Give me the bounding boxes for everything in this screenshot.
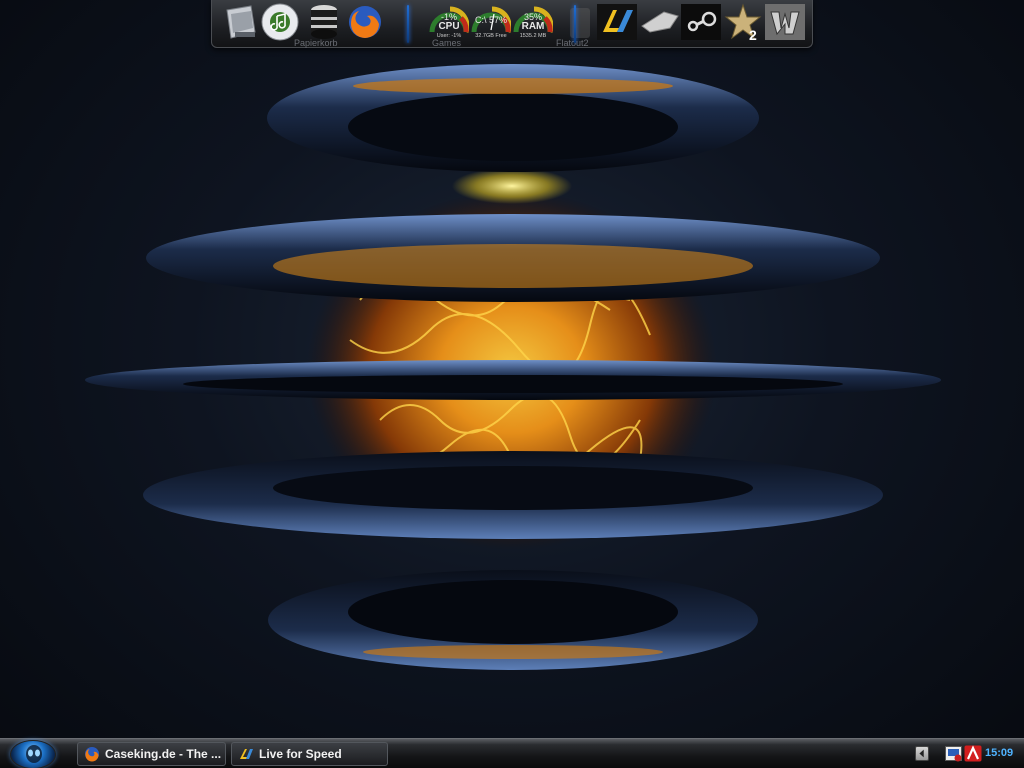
disk-percent: C:\ 57% <box>474 15 507 25</box>
start-button[interactable] <box>10 740 56 768</box>
warcraft3-icon[interactable] <box>765 2 805 42</box>
tray-expand-icon[interactable] <box>915 746 929 761</box>
firefox-icon <box>84 746 100 762</box>
system-tray: 15:09 <box>909 742 1024 766</box>
svg-text:2: 2 <box>749 27 757 42</box>
flatout2-icon[interactable] <box>560 2 600 42</box>
flatout2-caption: Flatout2 <box>556 38 589 48</box>
steam-icon[interactable] <box>681 2 721 42</box>
firefox-icon[interactable] <box>345 2 385 42</box>
cpu-gauge[interactable]: -1% CPU User: -1% <box>429 2 470 42</box>
ram-sub: 1535.2 MB <box>519 33 547 39</box>
clock[interactable]: 15:09 <box>985 747 1013 759</box>
taskbar-window-firefox[interactable]: Caseking.de - The ... <box>77 742 226 766</box>
taskbar-window-title: Live for Speed <box>259 747 342 761</box>
dock-separator <box>407 5 409 43</box>
live-for-speed-icon[interactable] <box>597 2 637 42</box>
games-caption: Games <box>432 38 462 48</box>
antivirus-icon[interactable] <box>964 745 982 762</box>
desktop-wallpaper <box>85 64 941 670</box>
dock-separator-2 <box>574 5 576 43</box>
taskbar: Caseking.de - The ... Live for Speed 15:… <box>0 738 1024 768</box>
ram-gauge[interactable]: 35% RAM 1535.2 MB <box>513 2 554 42</box>
taskbar-window-title: Caseking.de - The ... <box>105 747 222 761</box>
dock-bar: Papierkorb -1% CPU User: -1% Games C:\ 5… <box>211 0 813 48</box>
gothic2-icon[interactable]: 2 <box>723 2 763 43</box>
cpu-label: CPU <box>438 21 460 32</box>
disk-gauge[interactable]: C:\ 57% 32.7GB Free <box>471 2 512 42</box>
disk-sub: 32.7GB Free <box>475 33 507 39</box>
network-icon[interactable] <box>945 745 962 762</box>
lfs-icon <box>238 746 254 762</box>
itunes-icon[interactable] <box>260 2 300 42</box>
taskbar-window-lfs[interactable]: Live for Speed <box>231 742 388 766</box>
storage-icon[interactable] <box>304 2 344 42</box>
recycle-bin-icon[interactable] <box>221 2 261 42</box>
ram-label: RAM <box>521 21 545 32</box>
racing-game-icon[interactable] <box>640 2 680 42</box>
